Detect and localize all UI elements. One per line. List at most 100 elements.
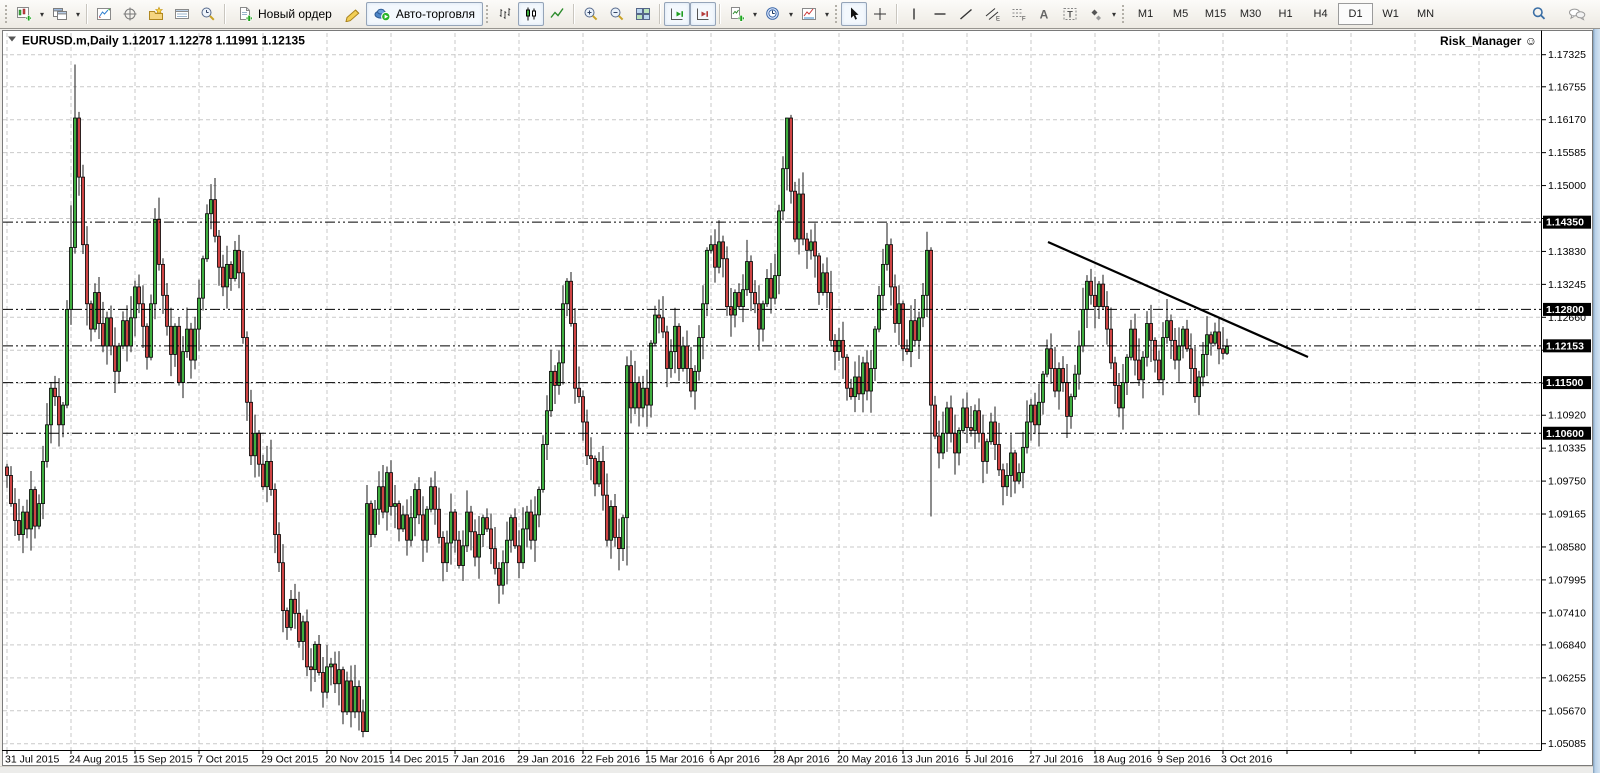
toolbar-separator — [224, 4, 226, 24]
svg-text:5 Jul 2016: 5 Jul 2016 — [965, 754, 1014, 766]
timeframe-m15[interactable]: M15 — [1198, 3, 1233, 25]
line-chart-mode-button[interactable] — [544, 2, 570, 26]
indicators-icon — [729, 6, 745, 22]
svg-text:1.05670: 1.05670 — [1548, 705, 1586, 717]
ohlc-readout: EURUSD.m,Daily 1.12017 1.12278 1.11991 1… — [22, 34, 305, 48]
navigator-icon — [148, 6, 164, 22]
autotrading-icon — [374, 6, 391, 22]
svg-text:1.13245: 1.13245 — [1548, 279, 1586, 291]
indicators-button[interactable] — [724, 2, 750, 26]
ea-status-label[interactable]: Risk_Manager ☺ — [1440, 34, 1537, 48]
svg-text:1.12153: 1.12153 — [1546, 340, 1584, 352]
svg-text:22 Feb 2016: 22 Feb 2016 — [581, 754, 640, 766]
price-tag: 1.14350 — [1543, 216, 1591, 229]
zoom-out-button[interactable] — [604, 2, 630, 26]
chart-shift-button[interactable] — [690, 2, 716, 26]
timeframe-h1[interactable]: H1 — [1268, 3, 1303, 25]
strategy-tester-button[interactable] — [195, 2, 221, 26]
svg-text:27 Jul 2016: 27 Jul 2016 — [1029, 754, 1083, 766]
svg-text:A: A — [1040, 8, 1049, 22]
crosshair-tool-button[interactable] — [867, 2, 893, 26]
timeframe-w1[interactable]: W1 — [1373, 3, 1408, 25]
svg-text:29 Jan 2016: 29 Jan 2016 — [517, 754, 575, 766]
templates-caret[interactable]: ▾ — [822, 3, 832, 25]
arrows-tool-button[interactable] — [1083, 2, 1109, 26]
new-order-button[interactable]: Новый ордер — [229, 2, 340, 26]
timeframe-h4[interactable]: H4 — [1303, 3, 1338, 25]
trendline-tool-button[interactable] — [953, 2, 979, 26]
market-watch-button[interactable] — [91, 2, 117, 26]
text-tool-icon: A — [1036, 6, 1052, 22]
vertical-line-tool-button[interactable] — [901, 2, 927, 26]
svg-text:1.10600: 1.10600 — [1546, 428, 1584, 440]
profiles-button[interactable] — [47, 2, 73, 26]
auto-scroll-button[interactable] — [664, 2, 690, 26]
search-icon — [1531, 6, 1547, 22]
timeframe-mn[interactable]: MN — [1408, 3, 1443, 25]
arrows-tool-caret[interactable]: ▾ — [1109, 3, 1119, 25]
toolbar-grip-charts[interactable] — [484, 4, 489, 24]
text-label-tool-button[interactable]: T — [1057, 2, 1083, 26]
svg-text:31 Jul 2015: 31 Jul 2015 — [5, 754, 59, 766]
indicators-caret[interactable]: ▾ — [750, 3, 760, 25]
svg-text:1.07410: 1.07410 — [1548, 607, 1586, 619]
timeframe-d1[interactable]: D1 — [1338, 3, 1373, 25]
text-tool-button[interactable]: A — [1031, 2, 1057, 26]
new-chart-caret[interactable]: ▾ — [37, 3, 47, 25]
channel-tool-button[interactable]: E — [979, 2, 1005, 26]
svg-text:1.10335: 1.10335 — [1548, 443, 1586, 455]
tile-windows-icon — [635, 6, 651, 22]
toolbar-grip-standard[interactable] — [3, 4, 8, 24]
templates-icon — [801, 6, 817, 22]
window-right-edge[interactable] — [1593, 29, 1600, 773]
zoom-in-button[interactable] — [578, 2, 604, 26]
candlestick-icon — [523, 6, 539, 22]
svg-text:1.16170: 1.16170 — [1548, 114, 1586, 126]
strategy-tester-icon — [200, 6, 216, 22]
candlestick-mode-button[interactable] — [518, 2, 544, 26]
navigator-button[interactable] — [143, 2, 169, 26]
periods-button[interactable] — [760, 2, 786, 26]
terminal-button[interactable] — [169, 2, 195, 26]
auto-scroll-icon — [669, 6, 685, 22]
price-tag: 1.10600 — [1543, 427, 1591, 440]
toolbar-grip-line-studies[interactable] — [833, 4, 838, 24]
chat-button[interactable] — [1564, 2, 1590, 26]
svg-text:6 Apr 2016: 6 Apr 2016 — [709, 754, 760, 766]
svg-text:29 Oct 2015: 29 Oct 2015 — [261, 754, 318, 766]
window-bottom-edge — [0, 766, 1593, 773]
svg-text:13 Jun 2016: 13 Jun 2016 — [901, 754, 959, 766]
terminal-icon — [174, 6, 190, 22]
svg-text:3 Oct 2016: 3 Oct 2016 — [1221, 754, 1273, 766]
data-window-button[interactable] — [117, 2, 143, 26]
periods-caret[interactable]: ▾ — [786, 3, 796, 25]
svg-text:1.16755: 1.16755 — [1548, 81, 1586, 93]
templates-button[interactable] — [796, 2, 822, 26]
timeframe-m30[interactable]: M30 — [1233, 3, 1268, 25]
bar-chart-mode-button[interactable] — [492, 2, 518, 26]
timeframe-m1[interactable]: M1 — [1128, 3, 1163, 25]
horizontal-line-tool-button[interactable] — [927, 2, 953, 26]
svg-text:1.06840: 1.06840 — [1548, 639, 1586, 651]
svg-text:E: E — [996, 17, 1000, 23]
cursor-icon — [846, 6, 862, 22]
metaeditor-button[interactable] — [340, 2, 366, 26]
new-order-label: Новый ордер — [258, 7, 332, 21]
line-chart-icon — [549, 6, 565, 22]
chart-area[interactable]: 1.173251.167551.161701.155851.150001.138… — [0, 0, 1600, 773]
autotrading-button[interactable]: Авто-торговля — [366, 2, 483, 26]
price-tag: 1.11500 — [1543, 376, 1591, 389]
svg-text:7 Jan 2016: 7 Jan 2016 — [453, 754, 505, 766]
new-chart-button[interactable] — [11, 2, 37, 26]
tile-windows-button[interactable] — [630, 2, 656, 26]
crosshair-icon — [872, 6, 888, 22]
svg-text:7 Oct 2015: 7 Oct 2015 — [197, 754, 249, 766]
profiles-caret[interactable]: ▾ — [73, 3, 83, 25]
svg-text:1.09165: 1.09165 — [1548, 509, 1586, 521]
cursor-tool-button[interactable] — [841, 2, 867, 26]
search-button[interactable] — [1526, 2, 1552, 26]
toolbar-grip-timeframes[interactable] — [1120, 4, 1125, 24]
price-tag: 1.12153 — [1543, 339, 1591, 352]
timeframe-m5[interactable]: M5 — [1163, 3, 1198, 25]
fibonacci-tool-button[interactable]: F — [1005, 2, 1031, 26]
